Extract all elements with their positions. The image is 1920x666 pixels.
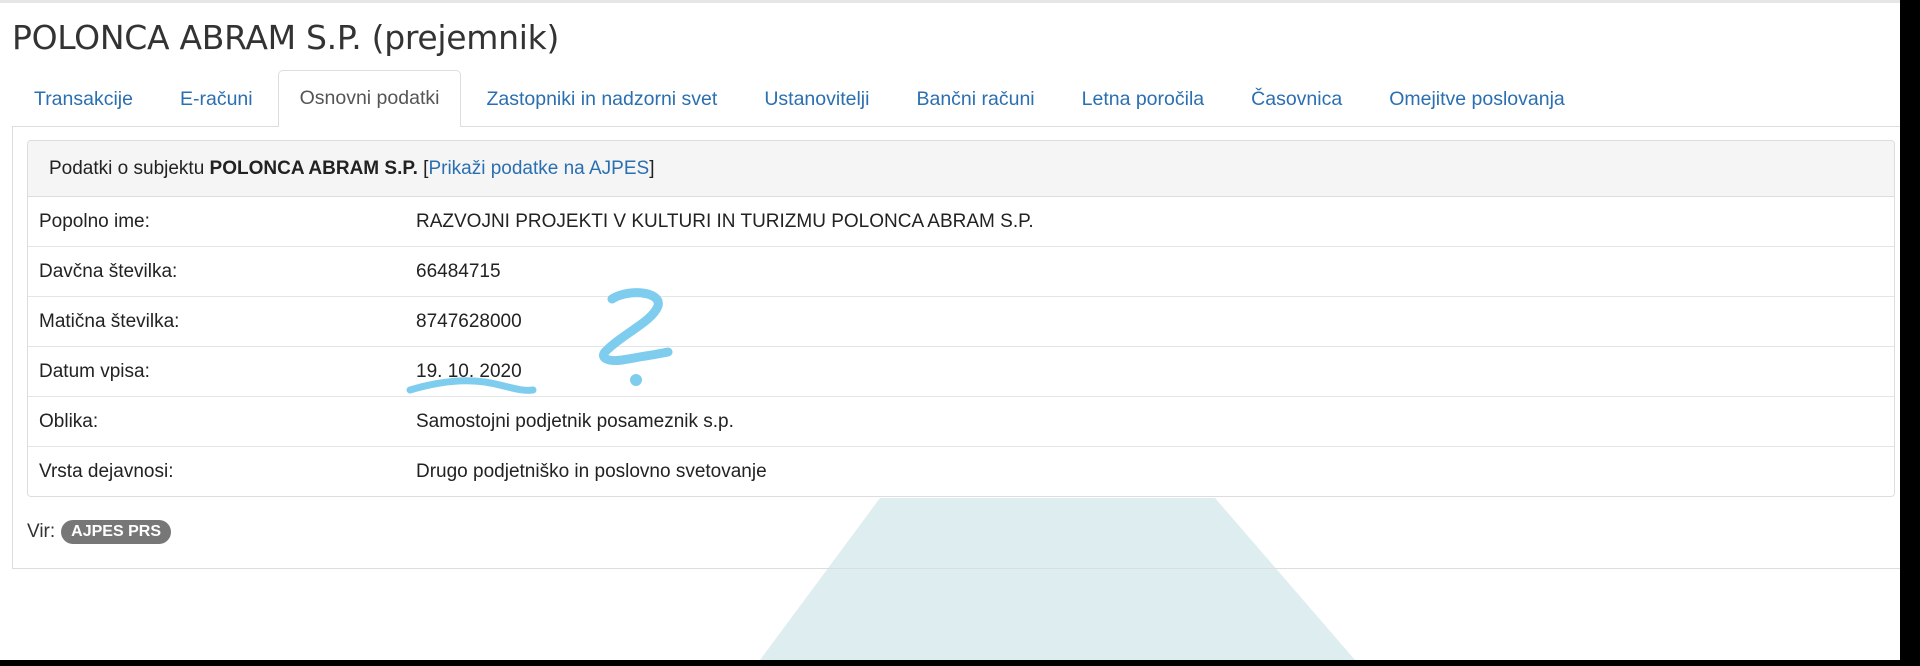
row-value: Drugo podjetniško in poslovno svetovanje (416, 461, 767, 482)
page-title: POLONCA ABRAM S.P. (prejemnik) (12, 18, 560, 57)
tab-casovnica[interactable]: Časovnica (1229, 71, 1364, 126)
row-value: 19. 10. 2020 (416, 361, 522, 382)
row-label: Popolno ime: (39, 211, 150, 232)
tab-content: Podatki o subjektu POLONCA ABRAM S.P. [P… (12, 126, 1901, 569)
row-value: 8747628000 (416, 311, 522, 332)
subject-panel: Podatki o subjektu POLONCA ABRAM S.P. [P… (27, 140, 1895, 497)
bracket-close: ] (649, 158, 655, 179)
row-full-name: Popolno ime: RAZVOJNI PROJEKTI V KULTURI… (28, 197, 1894, 247)
row-activity-type: Vrsta dejavnosi: Drugo podjetniško in po… (28, 447, 1894, 496)
panel-heading: Podatki o subjektu POLONCA ABRAM S.P. [P… (28, 141, 1894, 197)
heading-prefix: Podatki o subjektu (49, 158, 205, 179)
screen-edge-right (1900, 0, 1920, 666)
row-label: Davčna številka: (39, 261, 178, 282)
row-value: 66484715 (416, 261, 501, 282)
row-value: RAZVOJNI PROJEKTI V KULTURI IN TURIZMU P… (416, 211, 1034, 232)
tab-omejitve-poslovanja[interactable]: Omejitve poslovanja (1367, 71, 1587, 126)
row-registration-number: Matična številka: 8747628000 (28, 297, 1894, 347)
row-label: Datum vpisa: (39, 361, 150, 382)
source-info: Vir: AJPES PRS (27, 520, 171, 544)
tab-bancni-racuni[interactable]: Bančni računi (894, 71, 1056, 126)
screen-edge-bottom (0, 660, 1920, 666)
ajpes-link[interactable]: Prikaži podatke na AJPES (428, 158, 649, 179)
source-badge: AJPES PRS (61, 520, 171, 544)
row-label: Vrsta dejavnosi: (39, 461, 174, 482)
row-legal-form: Oblika: Samostojni podjetnik posameznik … (28, 397, 1894, 447)
row-tax-number: Davčna številka: 66484715 (28, 247, 1894, 297)
row-label: Oblika: (39, 411, 99, 432)
tab-transakcije[interactable]: Transakcije (12, 71, 155, 126)
tab-letna-porocila[interactable]: Letna poročila (1060, 71, 1227, 126)
row-label: Matična številka: (39, 311, 180, 332)
row-entry-date: Datum vpisa: 19. 10. 2020 (28, 347, 1894, 397)
top-border (0, 0, 1900, 3)
tab-osnovni-podatki[interactable]: Osnovni podatki (277, 70, 462, 127)
tab-zastopniki[interactable]: Zastopniki in nadzorni svet (464, 71, 739, 126)
tab-bar: Transakcije E-računi Osnovni podatki Zas… (12, 70, 1900, 127)
tab-e-racuni[interactable]: E-računi (158, 71, 275, 126)
row-value: Samostojni podjetnik posameznik s.p. (416, 411, 734, 432)
source-label: Vir: (27, 521, 56, 542)
tab-ustanovitelji[interactable]: Ustanovitelji (742, 71, 891, 126)
subject-name: POLONCA ABRAM S.P. (209, 158, 418, 179)
